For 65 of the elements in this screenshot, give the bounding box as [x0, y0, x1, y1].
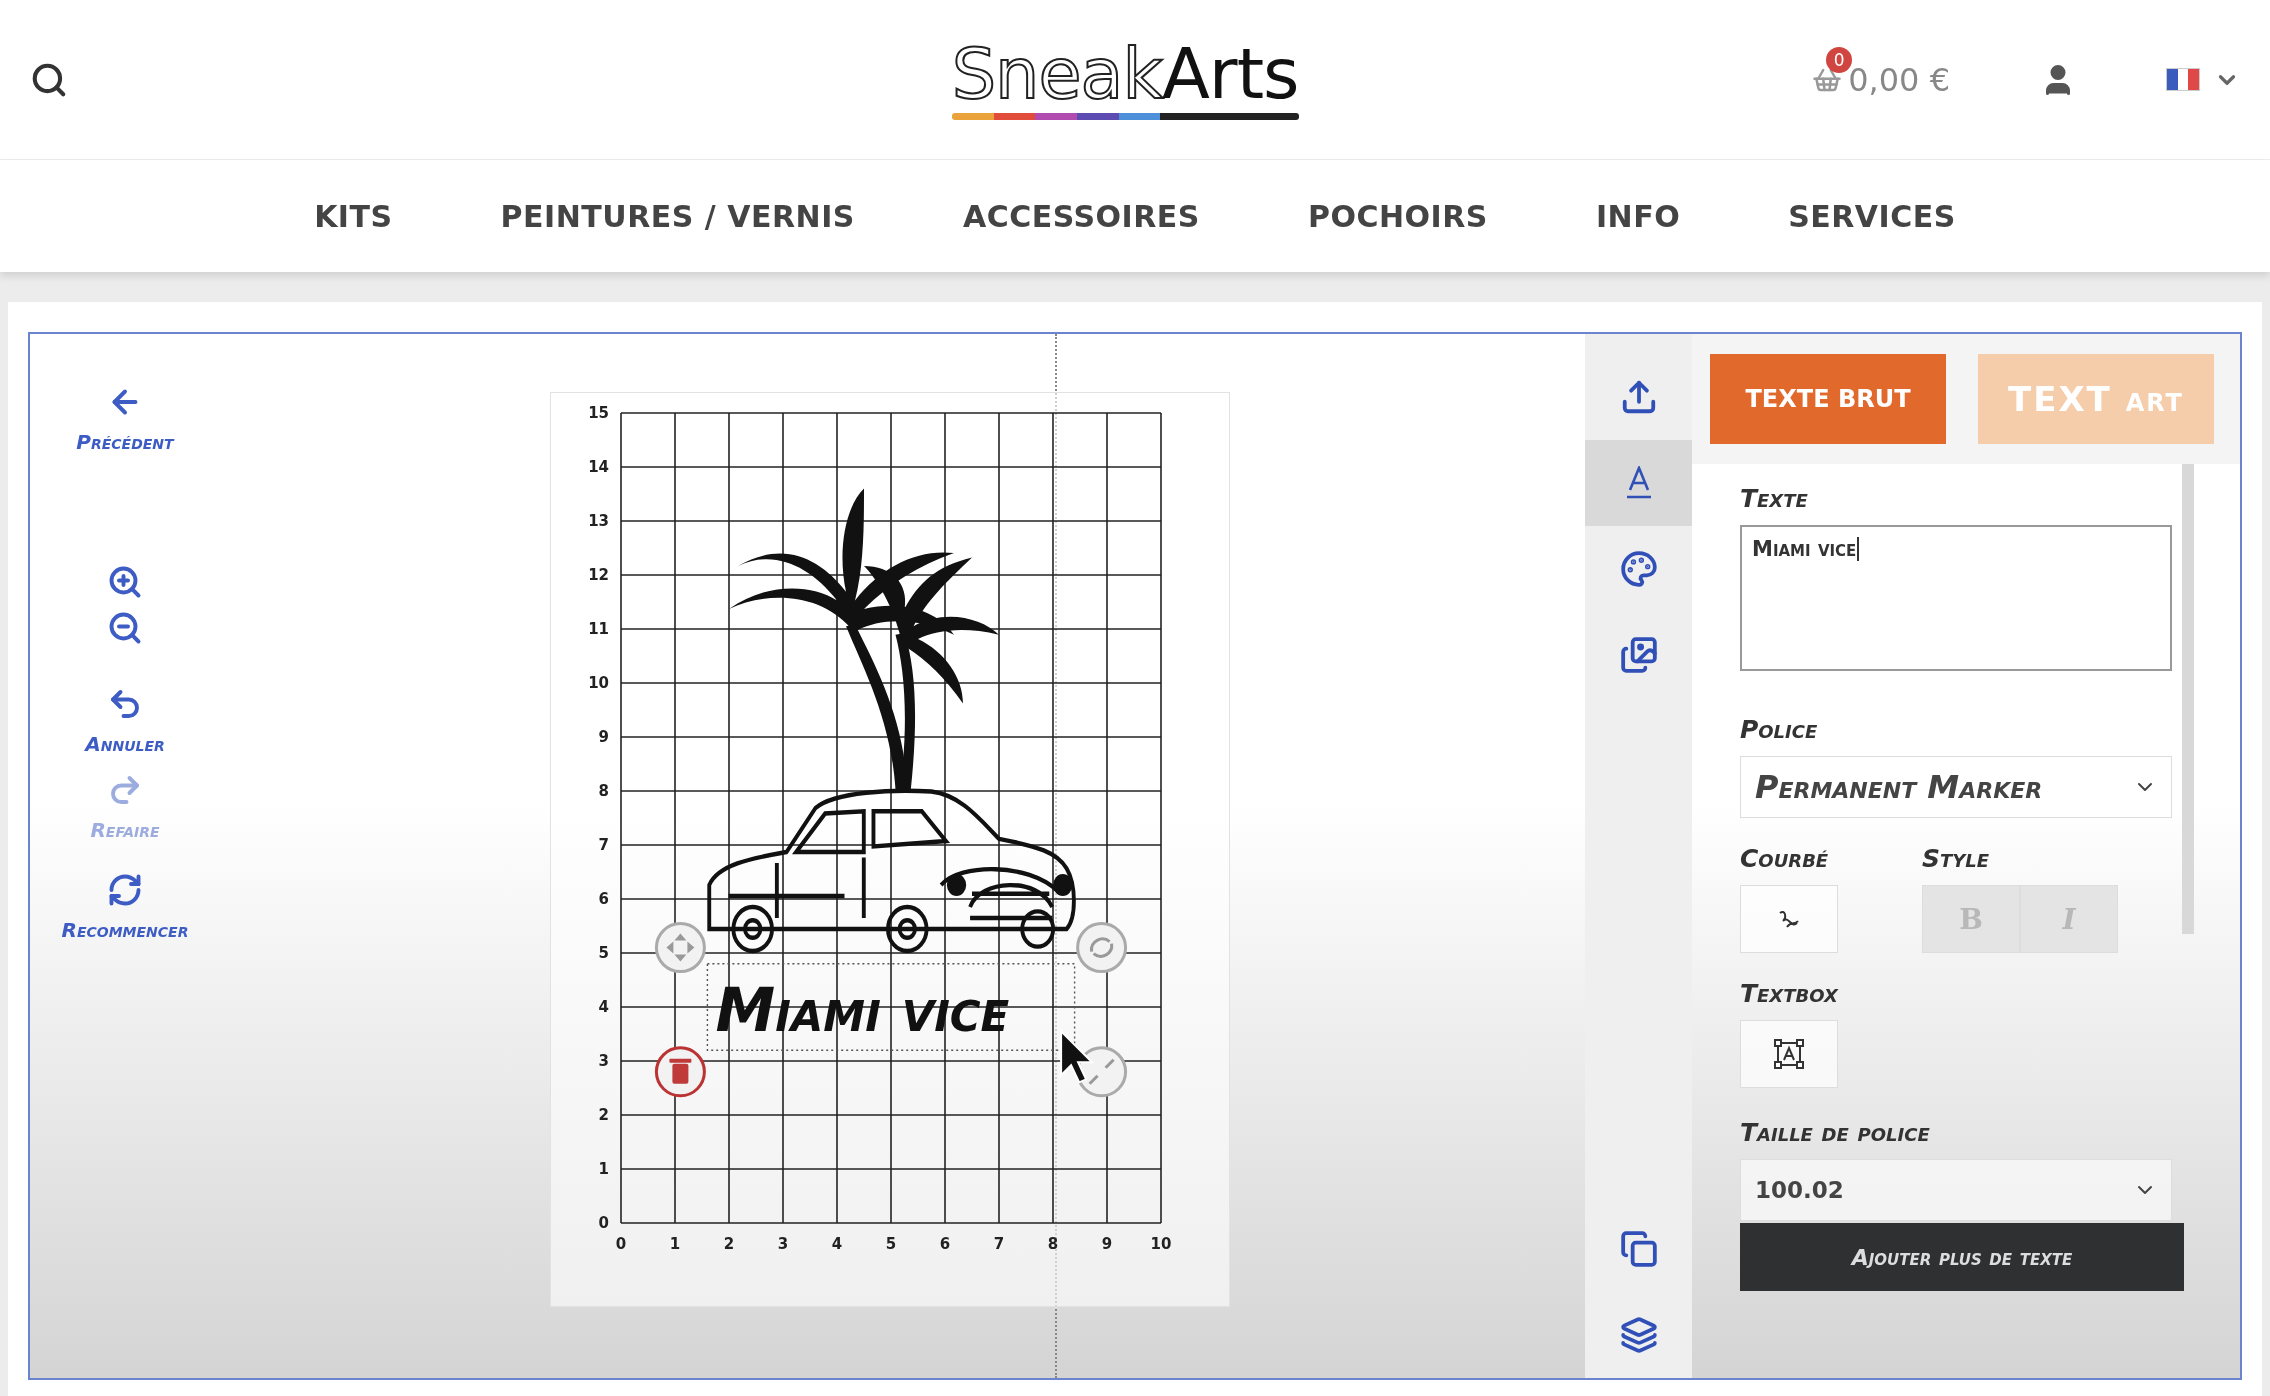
undo-button[interactable]: Annuler [85, 686, 165, 756]
x-tick-label: 7 [993, 1235, 1005, 1253]
y-tick-label: 14 [588, 458, 609, 476]
x-tick-label: 8 [1047, 1235, 1059, 1253]
y-tick-label: 15 [588, 404, 609, 422]
y-tick-label: 10 [588, 674, 609, 692]
y-tick-label: 4 [598, 998, 609, 1016]
restart-button[interactable]: Recommencer [61, 872, 189, 942]
y-tick-label: 0 [598, 1214, 609, 1232]
zoom-in-icon [107, 564, 143, 600]
nav-link[interactable]: PEINTURES / VERNIS [500, 198, 855, 234]
delete-handle[interactable] [654, 1046, 706, 1098]
mouse-cursor-icon [1060, 1028, 1095, 1084]
restart-icon [107, 872, 143, 908]
logo[interactable]: SneakArts [951, 39, 1299, 120]
scrollbar[interactable] [2182, 464, 2194, 934]
y-tick-label: 12 [588, 566, 609, 584]
duplicate-icon [1619, 1230, 1658, 1268]
x-tick-label: 1 [669, 1235, 681, 1253]
y-tick-label: 1 [598, 1160, 609, 1178]
nav-link[interactable]: SERVICES [1788, 198, 1956, 234]
y-tick-label: 9 [598, 728, 609, 746]
field-label: Textbox [1740, 979, 1840, 1008]
y-tick-label: 7 [598, 836, 609, 854]
font-select[interactable]: Permanent Marker [1740, 756, 2172, 818]
nav-link[interactable]: ACCESSOIRES [962, 198, 1200, 234]
y-tick-label: 13 [588, 512, 609, 530]
font-size-select[interactable]: 100.02 [1740, 1159, 2172, 1221]
field-label: Courbé [1740, 844, 1830, 873]
zoom-out-icon [107, 610, 143, 646]
textbox-button[interactable] [1740, 1020, 1838, 1088]
cart-count-badge: 0 [1826, 46, 1853, 73]
palette-icon [1619, 550, 1658, 588]
images-icon [1619, 636, 1658, 674]
back-button[interactable]: Précédent [76, 384, 174, 454]
y-tick-label: 6 [598, 890, 609, 908]
nav-link[interactable]: KITS [314, 198, 393, 234]
y-tick-label: 2 [598, 1106, 609, 1124]
y-tick-label: 8 [598, 782, 609, 800]
x-tick-label: 2 [723, 1235, 735, 1253]
nav-link[interactable]: POCHOIRS [1307, 198, 1488, 234]
y-tick-label: 11 [588, 620, 609, 638]
x-tick-label: 3 [777, 1235, 789, 1253]
x-tick-label: 6 [939, 1235, 951, 1253]
x-tick-label: 4 [831, 1235, 843, 1253]
rotate-handle[interactable] [1076, 922, 1128, 974]
x-tick-label: 5 [885, 1235, 897, 1253]
x-tick-label: 9 [1101, 1235, 1113, 1253]
zoom-in-button[interactable] [107, 564, 143, 600]
field-label: Texte [1740, 484, 1809, 513]
textbox-icon [1773, 1038, 1805, 1070]
field-label: Taille de police [1740, 1118, 1931, 1147]
x-tick-label: 0 [615, 1235, 627, 1253]
layers-icon [1619, 1316, 1658, 1354]
y-tick-label: 3 [598, 1052, 609, 1070]
flag-icon[interactable] [2166, 68, 2200, 91]
move-handle[interactable] [654, 922, 706, 974]
field-label: Style [1922, 844, 1991, 873]
y-tick-label: 5 [598, 944, 609, 962]
text-input[interactable]: Miami vice [1740, 525, 2172, 671]
x-tick-label: 10 [1150, 1235, 1172, 1253]
zoom-out-button[interactable] [107, 610, 143, 646]
field-label: Police [1740, 715, 1819, 744]
add-text-button[interactable]: Ajouter plus de texte [1740, 1223, 2184, 1291]
nav-link[interactable]: INFO [1595, 198, 1681, 234]
